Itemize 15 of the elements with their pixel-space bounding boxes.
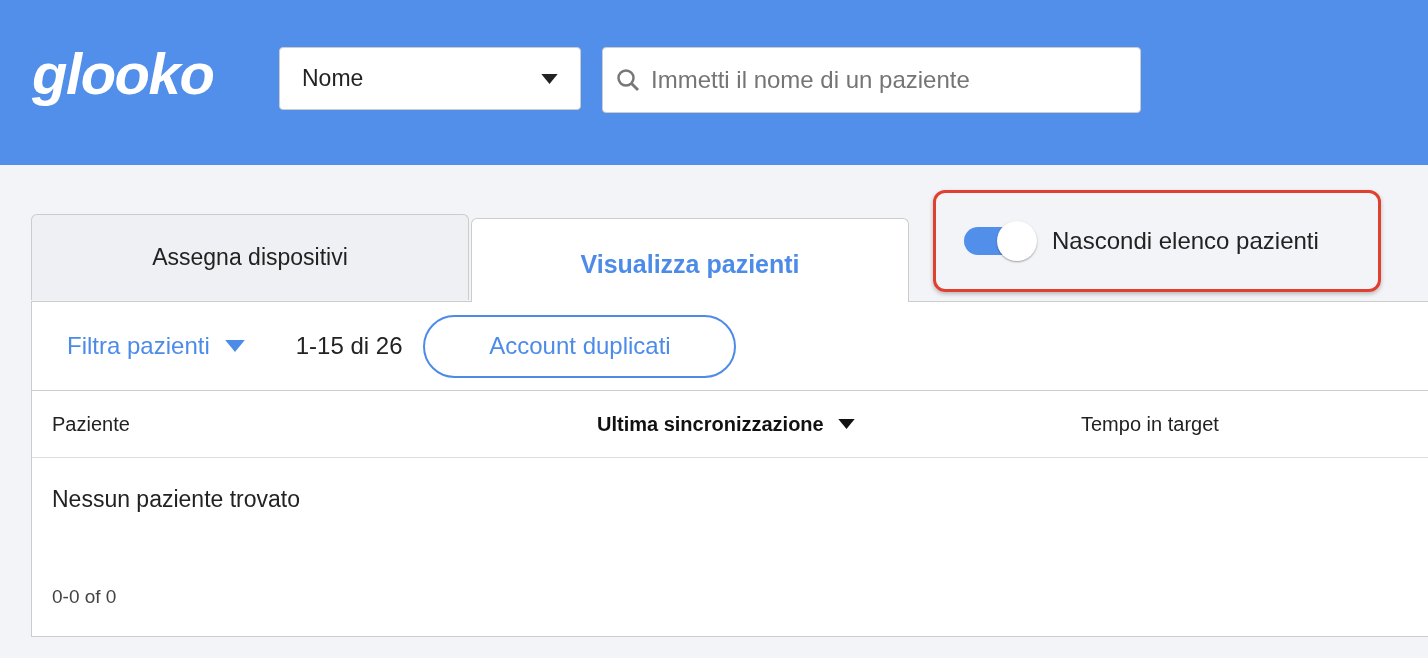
column-header[interactable]: Tempo in target (1081, 409, 1219, 439)
column-header[interactable]: Paziente (52, 409, 130, 439)
caret-icon (223, 340, 246, 352)
search-field[interactable]: Immetti il nome di un paziente (602, 47, 1141, 113)
tab[interactable]: Assegna dispositivi (31, 214, 469, 300)
search-icon (616, 68, 640, 92)
page-range: 1-15 di 26 (295, 331, 403, 361)
column-header[interactable]: Ultima sincronizzazione (597, 409, 824, 439)
search-type-dropdown[interactable]: Nome (279, 47, 581, 110)
toggle-label: Nascondi elenco pazienti (1052, 226, 1319, 256)
pagination-text: 0-0 of 0 (52, 585, 117, 607)
caret-icon (541, 73, 558, 84)
caret-icon (837, 419, 855, 429)
empty-message: Nessun paziente trovato (52, 486, 301, 512)
toggle-switch[interactable] (962, 220, 1038, 262)
